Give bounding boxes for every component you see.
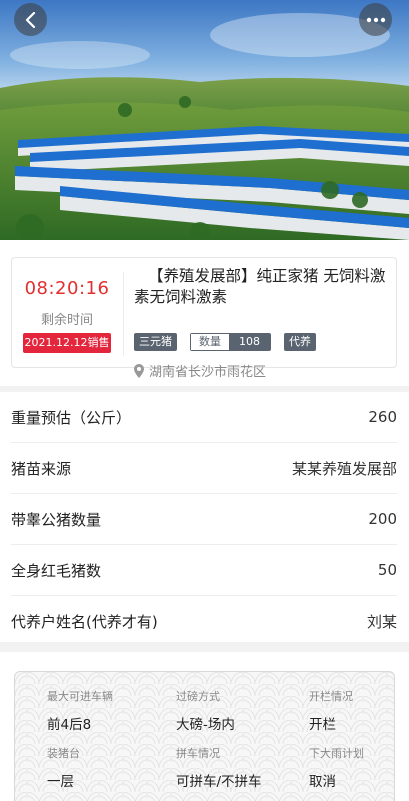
- info-value: 200: [368, 510, 397, 528]
- detail-value: 开栏: [309, 717, 336, 733]
- quantity-label: 数量: [191, 334, 229, 350]
- info-value: 260: [368, 408, 397, 426]
- hero-image: [0, 0, 409, 240]
- location-pin-icon: [134, 363, 144, 378]
- product-tags: 三元猪 数量 108 代养: [134, 333, 316, 351]
- info-label: 全身红毛猪数: [11, 561, 102, 580]
- quantity-value: 108: [229, 334, 270, 350]
- info-label: 猪苗来源: [11, 459, 72, 478]
- more-button[interactable]: [359, 3, 392, 36]
- back-button[interactable]: [14, 3, 47, 36]
- details-section: 最大可进车辆 前4后8 过磅方式 大磅-场内 开栏情况 开栏 装猪台 一层 拼车…: [0, 652, 409, 801]
- countdown-timer: 08:20:16: [24, 278, 110, 299]
- detail-label: 过磅方式: [176, 690, 220, 703]
- detail-value: 前4后8: [47, 717, 92, 733]
- info-value: 某某养殖发展部: [291, 459, 397, 478]
- info-row-source: 猪苗来源 某某养殖发展部: [11, 443, 397, 493]
- location-text: 湖南省长沙市雨花区: [149, 365, 267, 380]
- type-tag: 代养: [284, 333, 316, 351]
- info-label: 代养户姓名(代养才有): [11, 612, 158, 631]
- detail-value: 一层: [47, 774, 74, 790]
- sale-date-badge: 2021.12.12销售: [23, 333, 111, 353]
- detail-label: 下大雨计划: [309, 747, 364, 760]
- product-title: 【养殖发展部】纯正家猪 无饲料激素无饲料激素: [134, 267, 386, 306]
- details-card: 最大可进车辆 前4后8 过磅方式 大磅-场内 开栏情况 开栏 装猪台 一层 拼车…: [14, 671, 395, 801]
- detail-label: 最大可进车辆: [47, 690, 113, 703]
- detail-pen-status: 开栏情况 开栏: [309, 688, 353, 733]
- detail-value: 大磅-场内: [176, 717, 235, 733]
- detail-value: 取消: [309, 774, 336, 790]
- info-list: 重量预估（公斤） 260 猪苗来源 某某养殖发展部 带睾公猪数量 200 全身红…: [0, 392, 409, 642]
- detail-loading-platform: 装猪台 一层: [47, 745, 80, 790]
- detail-label: 装猪台: [47, 747, 80, 760]
- detail-label: 开栏情况: [309, 690, 353, 703]
- card-divider: [123, 272, 124, 356]
- chevron-left-icon: [25, 11, 35, 28]
- location: 湖南省长沙市雨花区: [134, 361, 266, 380]
- countdown-label: 剩余时间: [40, 313, 93, 328]
- detail-label: 拼车情况: [176, 747, 220, 760]
- info-row-boars: 带睾公猪数量 200: [11, 494, 397, 544]
- info-label: 重量预估（公斤）: [11, 408, 132, 427]
- info-row-weight: 重量预估（公斤） 260: [11, 392, 397, 442]
- more-dots-icon: [366, 17, 385, 22]
- detail-weighing: 过磅方式 大磅-场内: [176, 688, 235, 733]
- product-card[interactable]: 08:20:16 剩余时间 2021.12.12销售 【养殖发展部】纯正家猪 无…: [11, 257, 397, 380]
- info-row-keeper-name: 代养户姓名(代养才有) 刘某: [11, 596, 397, 646]
- farm-illustration: [0, 0, 409, 240]
- info-value: 50: [377, 561, 397, 579]
- detail-max-vehicle: 最大可进车辆 前4后8: [47, 688, 113, 733]
- quantity-tag: 数量 108: [190, 333, 271, 351]
- info-label: 带睾公猪数量: [11, 510, 102, 529]
- detail-carpool: 拼车情况 可拼车/不拼车: [176, 745, 262, 790]
- detail-value: 可拼车/不拼车: [176, 774, 262, 790]
- product-section: 08:20:16 剩余时间 2021.12.12销售 【养殖发展部】纯正家猪 无…: [0, 240, 409, 386]
- breed-tag: 三元猪: [134, 333, 177, 351]
- info-value: 刘某: [366, 612, 397, 631]
- info-row-red-pigs: 全身红毛猪数 50: [11, 545, 397, 595]
- detail-rain-plan: 下大雨计划 取消: [309, 745, 364, 790]
